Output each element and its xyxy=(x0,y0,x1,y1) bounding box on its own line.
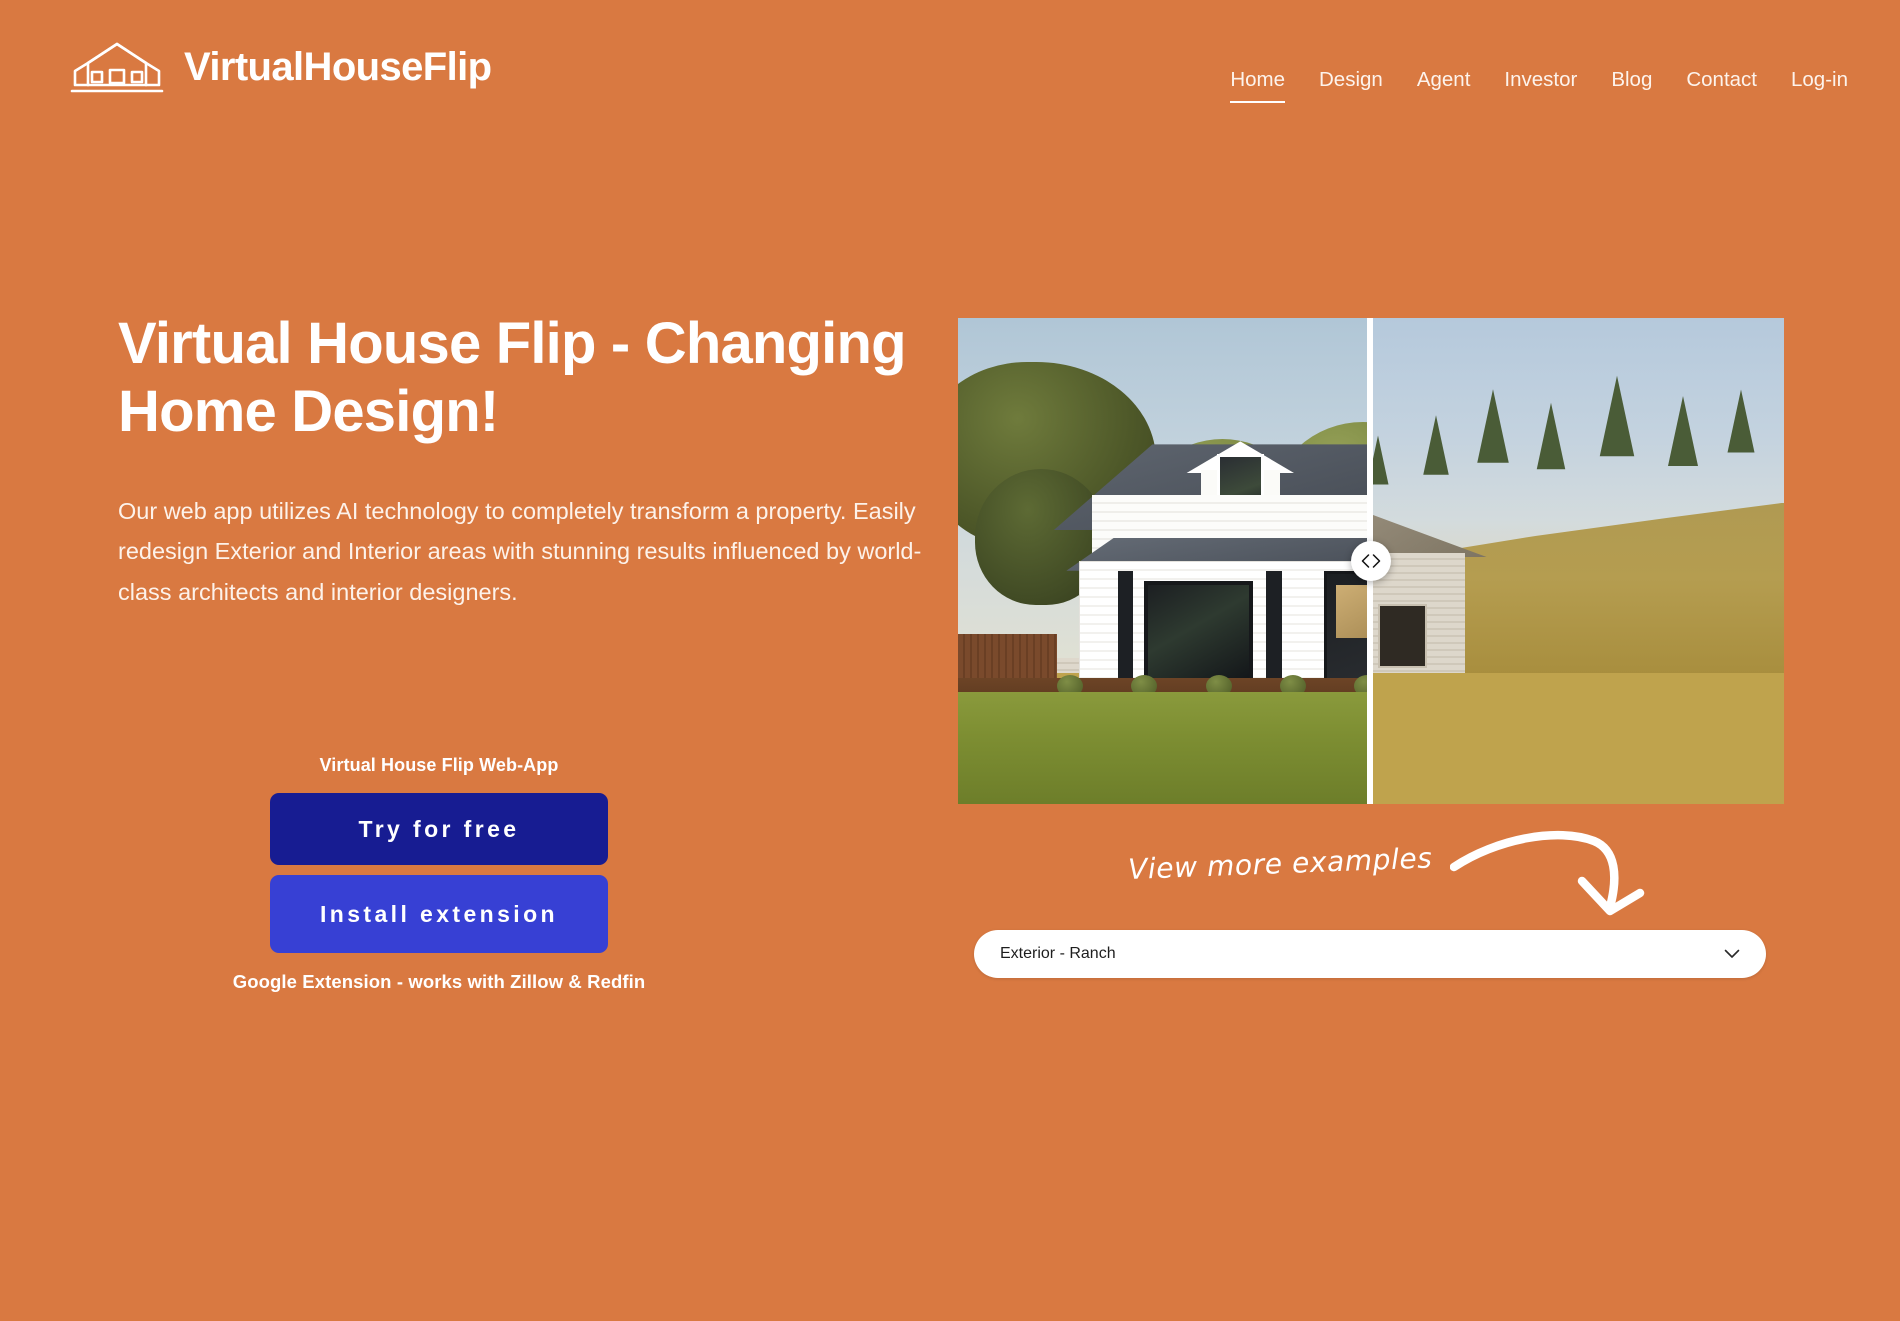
old-window xyxy=(1377,604,1427,669)
wood-fence xyxy=(958,633,1058,678)
nav-item-agent[interactable]: Agent xyxy=(1400,68,1488,93)
nav-item-investor[interactable]: Investor xyxy=(1487,68,1594,93)
brand-name: VirtualHouseFlip xyxy=(184,45,492,89)
nav-item-home[interactable]: Home xyxy=(1230,68,1302,103)
house-outline-icon xyxy=(70,42,164,93)
nav-item-login[interactable]: Log-in xyxy=(1774,68,1848,93)
cta-block: Virtual House Flip Web-App Try for free … xyxy=(233,755,645,993)
before-after-comparison[interactable] xyxy=(958,318,1784,804)
porch-post xyxy=(1266,570,1282,693)
select-control[interactable]: Exterior - Ranch xyxy=(974,930,1766,978)
cta-caption-bottom: Google Extension - works with Zillow & R… xyxy=(232,971,646,992)
hero-text-column: Virtual House Flip - Changing Home Desig… xyxy=(118,310,953,612)
comparison-viewport[interactable] xyxy=(958,318,1784,804)
nav-item-design[interactable]: Design xyxy=(1302,68,1400,93)
front-door xyxy=(1324,570,1367,687)
select-value: Exterior - Ranch xyxy=(1000,945,1116,962)
after-image-inner xyxy=(958,318,1367,804)
nav-item-contact[interactable]: Contact xyxy=(1669,68,1774,93)
chevron-left-icon xyxy=(1361,554,1370,568)
chevron-right-icon xyxy=(1372,554,1381,568)
try-for-free-button[interactable]: Try for free xyxy=(270,793,608,865)
example-style-select[interactable]: Exterior - Ranch xyxy=(974,930,1766,978)
after-image xyxy=(958,318,1371,804)
pine-tree xyxy=(1727,389,1755,453)
porch-post xyxy=(1117,570,1134,693)
cta-caption-top: Virtual House Flip Web-App xyxy=(319,755,559,775)
page-title: Virtual House Flip - Changing Home Desig… xyxy=(118,311,907,445)
brand-logo[interactable]: VirtualHouseFlip xyxy=(68,38,492,96)
chevron-down-icon xyxy=(1724,949,1740,958)
pine-tree xyxy=(1422,415,1449,476)
green-lawn xyxy=(958,692,1367,804)
pine-tree xyxy=(1536,402,1566,469)
view-more-examples-label: View more examples xyxy=(1127,841,1433,887)
nav-item-blog[interactable]: Blog xyxy=(1594,68,1669,93)
pine-tree xyxy=(1668,395,1699,466)
renovated-house xyxy=(1041,441,1367,698)
comparison-slider-handle[interactable] xyxy=(1351,541,1391,581)
hero-description: Our web app utilizes AI technology to co… xyxy=(118,497,922,605)
pine-tree xyxy=(1600,375,1635,457)
new-window xyxy=(1143,580,1254,682)
site-header: VirtualHouseFlip Home Design Agent Inves… xyxy=(0,0,1900,130)
install-extension-button[interactable]: Install extension xyxy=(270,875,608,953)
main-navigation: Home Design Agent Investor Blog Contact … xyxy=(1230,68,1848,103)
pine-tree xyxy=(1477,389,1510,463)
